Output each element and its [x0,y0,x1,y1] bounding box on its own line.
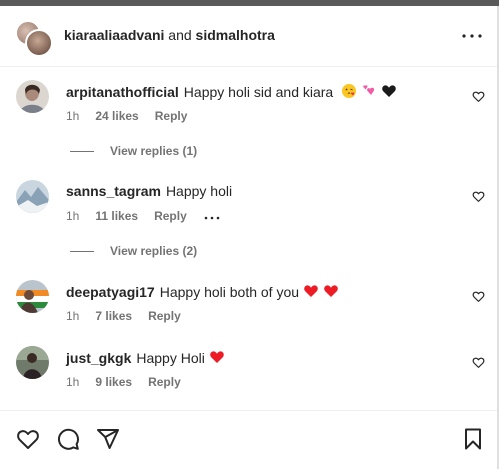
heart-icon[interactable] [16,427,40,451]
comment-meta: 1h 11 likes Reply [66,209,237,224]
replies-dash [70,251,94,253]
comment-icon[interactable] [56,427,80,451]
view-replies-label: View replies (1) [110,144,198,158]
comment-time: 1h [66,109,80,123]
comment-username[interactable]: deepatyagi17 [66,284,155,300]
face-blowing-kiss-icon [341,83,357,102]
comment-meta: 1h 9 likes Reply [66,375,197,389]
comment-line: arpitanathofficial Happy holi sid and kia… [66,83,397,102]
comment-meta: 1h 7 likes Reply [66,309,197,323]
comment-time: 1h [66,375,80,389]
comment-likes[interactable]: 9 likes [95,375,132,389]
reply-button[interactable]: Reply [155,109,188,123]
avatar[interactable] [16,180,49,213]
comment-username[interactable]: sanns_tagram [66,183,161,199]
post-header: kiaraaliaadvani and sidmalhotra [0,6,497,67]
comment-text: Happy holi [165,183,233,199]
author-joiner: and [168,27,192,43]
reply-button[interactable]: Reply [148,309,181,323]
red-heart-icon [209,349,225,368]
like-comment-heart-icon[interactable] [472,290,485,303]
view-replies-button[interactable]: View replies (1) [70,144,197,158]
post-action-bar [0,410,497,470]
red-heart-icon [303,283,319,302]
comment-likes[interactable]: 24 likes [95,109,138,123]
comment-text: Happy Holi [136,350,205,366]
author-link-2[interactable]: sidmalhotra [196,27,275,43]
comment-likes[interactable]: 11 likes [95,209,138,223]
share-icon[interactable] [96,427,120,451]
comment-likes[interactable]: 7 likes [95,309,132,323]
comment-line: just_gkgk Happy Holi [66,349,225,368]
post-authors: kiaraaliaadvani and sidmalhotra [64,27,275,43]
reply-button[interactable]: Reply [154,209,187,223]
comment-text: Happy holi sid and kiara [183,84,334,100]
bookmark-icon[interactable] [461,427,485,451]
like-comment-heart-icon[interactable] [472,356,485,369]
replies-dash [70,151,94,153]
avatar[interactable] [16,280,49,313]
comment-username[interactable]: arpitanathofficial [66,84,179,100]
comment-line: sanns_tagram Happy holi [66,183,232,199]
like-comment-heart-icon[interactable] [472,90,485,103]
comment-text: Happy holi both of you [159,284,300,300]
author-link-1[interactable]: kiaraaliaadvani [64,27,164,43]
comment-time: 1h [66,209,80,223]
black-heart-icon [381,83,397,102]
avatar-sidmalhotra[interactable] [25,29,53,57]
two-hearts-icon [361,83,377,102]
view-replies-button[interactable]: View replies (2) [70,244,197,258]
comment-line: deepatyagi17 Happy holi both of you [66,283,339,302]
avatar[interactable] [16,346,49,379]
reply-button[interactable]: Reply [148,375,181,389]
more-icon[interactable] [460,28,484,44]
collab-avatars[interactable] [15,20,53,57]
comment-time: 1h [66,309,80,323]
comment-username[interactable]: just_gkgk [66,350,131,366]
comment-options-icon[interactable] [203,210,221,224]
like-comment-heart-icon[interactable] [472,190,485,203]
view-replies-label: View replies (2) [110,244,198,258]
avatar[interactable] [16,80,49,113]
red-heart-icon [323,283,339,302]
comment-meta: 1h 24 likes Reply [66,109,203,123]
